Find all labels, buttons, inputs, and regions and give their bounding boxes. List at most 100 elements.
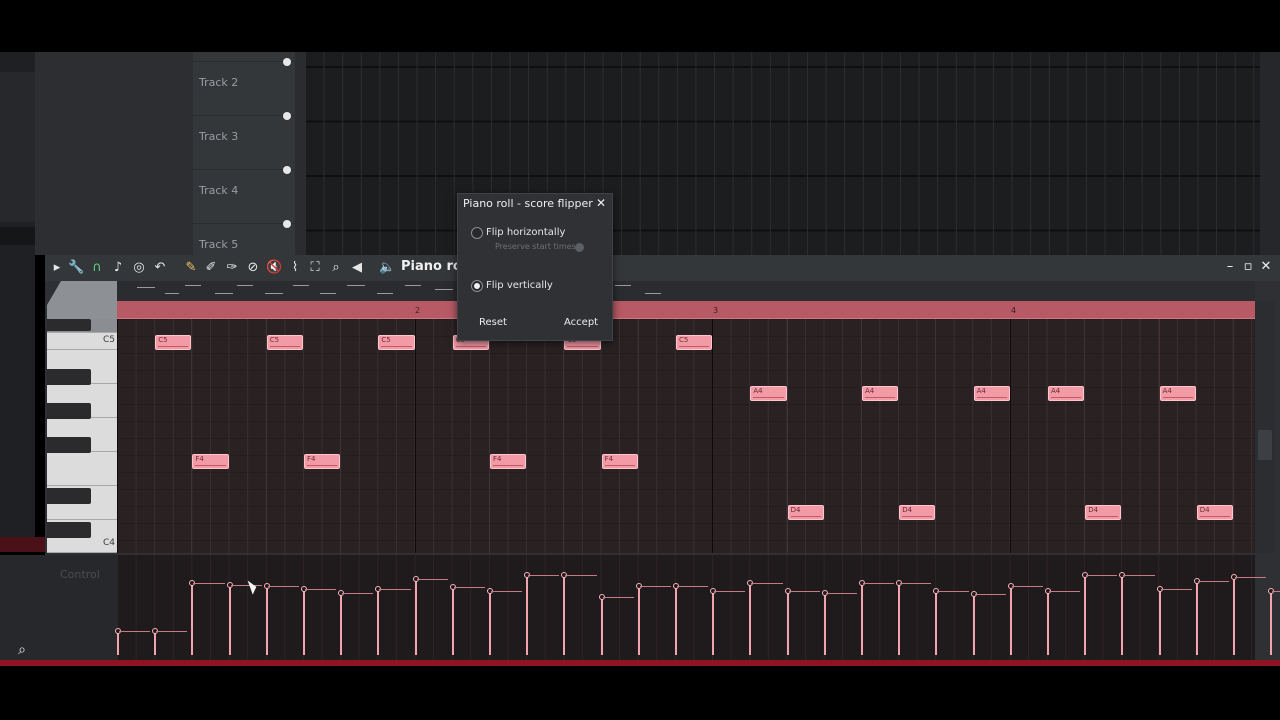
- overview-strip[interactable]: [115, 281, 1255, 301]
- velocity-stem[interactable]: [414, 579, 417, 655]
- flip-vertically-radio[interactable]: [471, 280, 483, 292]
- wrench-icon[interactable]: 🔧: [68, 260, 84, 276]
- track-header[interactable]: Track 3: [193, 116, 295, 174]
- preserve-start-times-toggle[interactable]: [575, 243, 584, 252]
- note[interactable]: F4: [490, 454, 527, 469]
- note[interactable]: F4: [192, 454, 229, 469]
- velocity-stem[interactable]: [191, 583, 194, 655]
- dialog-close-icon[interactable]: ✕: [594, 196, 608, 210]
- playlist-grid[interactable]: [305, 52, 1260, 255]
- note-icon[interactable]: ♪: [110, 260, 126, 276]
- magnet-icon[interactable]: ∩: [89, 260, 105, 276]
- speaker-icon[interactable]: 🔈: [379, 260, 395, 276]
- black-key[interactable]: [47, 488, 91, 504]
- velocity-stem[interactable]: [637, 586, 640, 655]
- velocity-stem[interactable]: [600, 596, 603, 655]
- velocity-stem[interactable]: [749, 583, 752, 655]
- note[interactable]: D4: [899, 505, 936, 520]
- playback-tool-icon[interactable]: ◀: [349, 260, 365, 276]
- velocity-stem[interactable]: [1270, 591, 1273, 655]
- pencil-icon[interactable]: ✎: [183, 260, 199, 276]
- velocity-stem[interactable]: [861, 583, 863, 655]
- velocity-stem[interactable]: [1009, 586, 1012, 655]
- black-key[interactable]: [47, 319, 91, 331]
- flip-horizontally-label[interactable]: Flip horizontally: [486, 227, 565, 238]
- velocity-stem[interactable]: [303, 589, 305, 655]
- black-key[interactable]: [47, 403, 91, 419]
- vertical-scroll-thumb[interactable]: [1258, 430, 1272, 460]
- velocity-stem[interactable]: [489, 591, 491, 655]
- flip-horizontally-radio[interactable]: [471, 227, 483, 239]
- note[interactable]: D4: [1085, 505, 1122, 520]
- velocity-stem[interactable]: [823, 592, 826, 655]
- velocity-stem[interactable]: [1158, 589, 1161, 655]
- note[interactable]: A4: [750, 386, 787, 401]
- white-key[interactable]: C5: [47, 333, 117, 350]
- note[interactable]: D4: [1196, 505, 1233, 520]
- note[interactable]: C5: [266, 335, 303, 350]
- reset-button[interactable]: Reset: [479, 317, 507, 328]
- menu-arrow-icon[interactable]: ▸: [49, 260, 65, 276]
- note[interactable]: F4: [304, 454, 341, 469]
- note[interactable]: A4: [973, 386, 1010, 401]
- note[interactable]: F4: [601, 454, 638, 469]
- accept-button[interactable]: Accept: [564, 317, 598, 328]
- track-header[interactable]: Track 4: [193, 170, 295, 228]
- velocity-stem[interactable]: [451, 587, 454, 655]
- velocity-stem[interactable]: [712, 591, 715, 655]
- velocity-stem[interactable]: [117, 631, 119, 655]
- magnifier-icon[interactable]: ⌕: [13, 641, 31, 659]
- velocity-stem[interactable]: [1084, 575, 1087, 655]
- vertical-scrollbar[interactable]: [1255, 301, 1275, 553]
- velocity-stem[interactable]: [786, 591, 789, 655]
- black-key[interactable]: [47, 437, 91, 453]
- playlist-scrollbar[interactable]: [1260, 52, 1280, 255]
- velocity-stem[interactable]: [1195, 581, 1198, 655]
- white-key[interactable]: [47, 452, 117, 486]
- velocity-stem[interactable]: [340, 592, 343, 655]
- select-icon[interactable]: ⛶: [307, 260, 323, 276]
- velocity-stem[interactable]: [898, 583, 901, 655]
- note[interactable]: D4: [787, 505, 824, 520]
- note[interactable]: C5: [378, 335, 415, 350]
- close-icon[interactable]: ✕: [1258, 259, 1274, 275]
- undo-icon[interactable]: ↶: [152, 260, 168, 276]
- black-key[interactable]: [47, 369, 91, 385]
- brush-icon[interactable]: ✐: [203, 260, 219, 276]
- note[interactable]: C5: [676, 335, 713, 350]
- event-control-label[interactable]: Control: [60, 568, 100, 581]
- minimize-icon[interactable]: –: [1222, 259, 1238, 275]
- flip-vertically-label[interactable]: Flip vertically: [486, 280, 553, 291]
- delete-icon[interactable]: ⊘: [245, 260, 261, 276]
- velocity-stem[interactable]: [972, 594, 975, 655]
- velocity-stem[interactable]: [377, 589, 380, 655]
- mute-icon[interactable]: 🔇: [266, 260, 282, 276]
- note[interactable]: A4: [1159, 386, 1196, 401]
- note[interactable]: A4: [862, 386, 899, 401]
- velocity-cap: [305, 589, 337, 591]
- playback-icon[interactable]: ◎: [131, 260, 147, 276]
- paint-icon[interactable]: ✑: [224, 260, 240, 276]
- slice-icon[interactable]: ⌇: [287, 260, 303, 276]
- velocity-stem[interactable]: [526, 575, 529, 655]
- event-editor[interactable]: [115, 555, 1280, 660]
- velocity-stem[interactable]: [935, 591, 938, 655]
- piano-keyboard[interactable]: C5 C4: [47, 319, 117, 553]
- velocity-stem[interactable]: [563, 575, 566, 655]
- maximize-icon[interactable]: ▫: [1240, 259, 1256, 275]
- track-header[interactable]: Track 2: [193, 62, 295, 120]
- black-key[interactable]: [47, 522, 91, 538]
- velocity-stem[interactable]: [1047, 591, 1049, 655]
- note-grid[interactable]: C5C5C5C5C5C5A4A4A4A4A4F4F4F4F4D4D4D4D4: [117, 319, 1255, 553]
- velocity-stem[interactable]: [265, 586, 268, 655]
- velocity-stem[interactable]: [1121, 575, 1124, 655]
- velocity-stem[interactable]: [1233, 576, 1235, 655]
- zoom-icon[interactable]: ⌕: [328, 260, 344, 276]
- velocity-stem[interactable]: [154, 631, 157, 655]
- timeline-ruler[interactable]: 2 3 4: [117, 301, 1255, 319]
- note[interactable]: C5: [155, 335, 192, 350]
- track-header-1[interactable]: [193, 52, 295, 66]
- velocity-stem[interactable]: [228, 584, 231, 655]
- velocity-stem[interactable]: [675, 586, 677, 655]
- note[interactable]: A4: [1048, 386, 1085, 401]
